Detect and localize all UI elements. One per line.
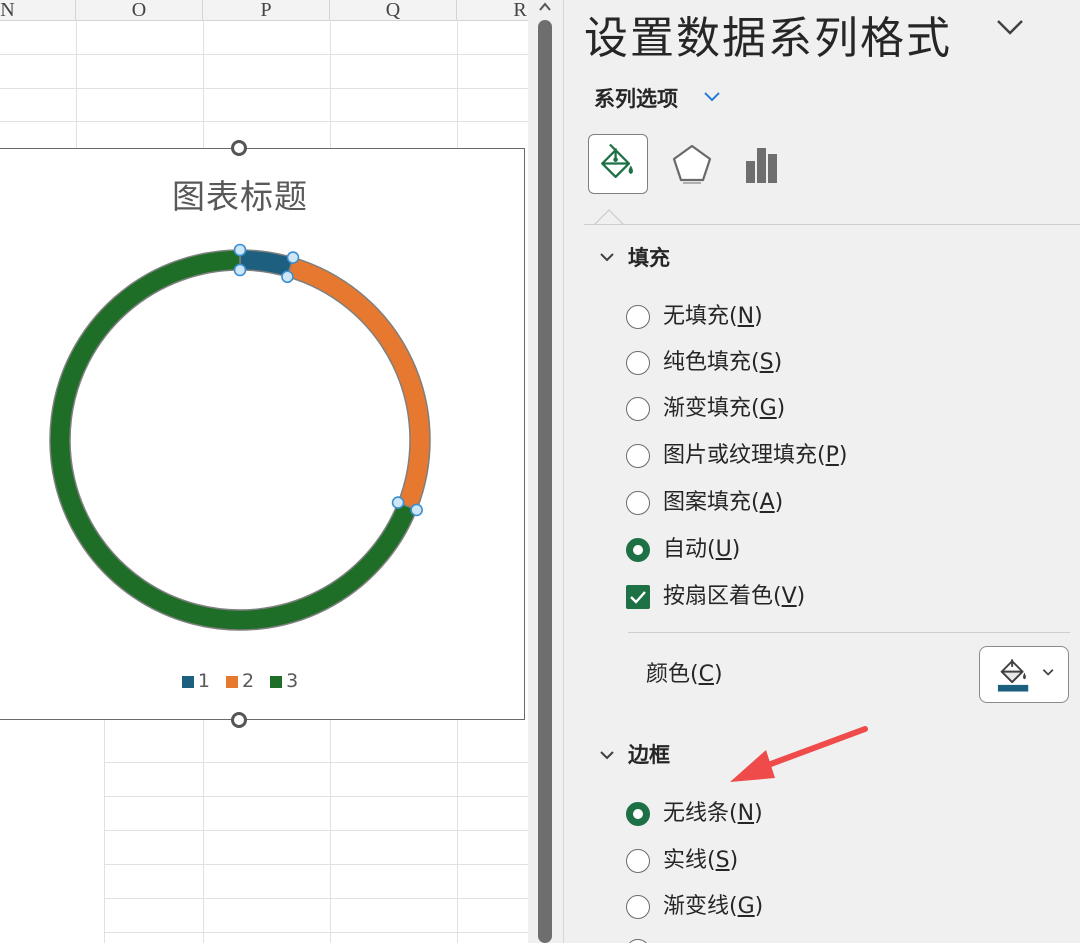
tab-series-options[interactable] xyxy=(734,134,794,194)
column-header-q[interactable]: Q xyxy=(330,0,457,20)
chevron-down-icon[interactable] xyxy=(598,251,616,263)
radio-circle-selected xyxy=(626,538,650,562)
tab-effects[interactable] xyxy=(662,134,722,194)
chevron-down-icon[interactable] xyxy=(992,14,1028,40)
slice-selection-handle[interactable] xyxy=(410,503,423,517)
pentagon-effects-icon xyxy=(672,144,712,184)
grid-row-line xyxy=(0,88,528,89)
option-label: 渐变填充(G) xyxy=(663,396,786,421)
column-label: N xyxy=(0,0,15,21)
grid-row-line xyxy=(104,898,528,899)
section-divider xyxy=(628,632,1070,633)
fill-line-icon xyxy=(601,143,633,178)
grid-row-line xyxy=(0,54,528,55)
radio-circle xyxy=(626,397,650,421)
option-label: 按扇区着色(V) xyxy=(663,584,806,609)
scroll-up-arrow-icon[interactable] xyxy=(537,0,553,14)
border-section-header[interactable]: 边框 xyxy=(628,739,670,769)
option-label: 自动(U) xyxy=(663,537,741,562)
grid-row-line xyxy=(0,121,528,122)
grid-row-line xyxy=(104,796,528,797)
bar-chart-icon xyxy=(746,148,777,183)
fill-color-picker-button[interactable] xyxy=(979,646,1069,703)
slice-selection-handle[interactable] xyxy=(286,251,300,264)
grid-col-line xyxy=(457,720,458,943)
grid-col-line xyxy=(203,720,204,943)
grid-col-line xyxy=(203,20,204,148)
tab-divider xyxy=(584,224,1080,225)
grid-col-line xyxy=(330,20,331,148)
radio-circle xyxy=(626,939,650,943)
column-label: P xyxy=(260,0,272,21)
doughnut-slice-2[interactable] xyxy=(286,256,431,511)
fill-section-header[interactable]: 填充 xyxy=(628,242,670,272)
grid-row-line xyxy=(104,762,528,763)
grid-row-line xyxy=(104,830,528,831)
option-label: 图片或纹理填充(P) xyxy=(663,443,848,468)
column-header-p[interactable]: P xyxy=(203,0,330,20)
option-label: 实线(S) xyxy=(663,848,739,873)
pane-title: 设置数据系列格式 xyxy=(584,13,952,64)
chart-legend[interactable]: 1 2 3 xyxy=(0,670,480,692)
column-label: R xyxy=(513,0,527,21)
radio-circle xyxy=(626,491,650,515)
column-header-row: N O P Q R xyxy=(0,0,528,21)
legend-swatch xyxy=(181,676,194,688)
grid-col-line xyxy=(457,20,458,148)
legend-swatch xyxy=(225,676,238,688)
legend-label: 1 xyxy=(197,670,210,692)
option-label: 渐变线(G) xyxy=(663,894,764,919)
radio-circle xyxy=(626,849,650,873)
checkbox-checked xyxy=(626,585,650,609)
tab-fill-line[interactable] xyxy=(588,134,648,194)
chevron-down-icon[interactable] xyxy=(598,749,616,761)
vertical-scrollbar[interactable] xyxy=(535,0,555,943)
grid-col-line xyxy=(104,720,105,943)
slice-selection-handle[interactable] xyxy=(233,243,247,257)
column-header-n[interactable]: N xyxy=(0,0,76,20)
resize-handle-bottom[interactable] xyxy=(231,712,247,728)
grid-col-line xyxy=(76,20,77,148)
option-label: 图案填充(A) xyxy=(663,490,784,515)
option-label: 纯色填充(S) xyxy=(663,350,783,375)
format-data-series-pane: 设置数据系列格式 系列选项 填充 无填充(N) 纯色填充(S) 渐变填充(G) … xyxy=(564,0,1080,943)
grid-row-line xyxy=(104,864,528,865)
fill-color-label: 颜色(C) xyxy=(646,662,723,687)
radio-circle xyxy=(626,351,650,375)
active-tab-pointer xyxy=(594,209,624,226)
scroll-thumb[interactable] xyxy=(538,20,552,943)
chart-title[interactable]: 图表标题 xyxy=(0,170,480,218)
column-label: O xyxy=(131,0,147,21)
radio-circle xyxy=(626,895,650,919)
doughnut-plot[interactable] xyxy=(0,225,480,655)
grid-row-line xyxy=(104,932,528,933)
series-options-dropdown[interactable]: 系列选项 xyxy=(594,83,678,113)
legend-item-2[interactable]: 2 xyxy=(225,670,255,692)
legend-item-1[interactable]: 1 xyxy=(181,670,210,692)
radio-circle xyxy=(626,444,650,468)
legend-swatch xyxy=(270,676,283,688)
legend-item-3[interactable]: 3 xyxy=(270,670,298,692)
chevron-down-icon[interactable] xyxy=(702,90,722,104)
legend-label: 2 xyxy=(241,670,255,692)
radio-circle-selected xyxy=(626,802,650,826)
slice-selection-handle[interactable] xyxy=(281,270,294,284)
legend-label: 3 xyxy=(286,670,299,692)
sheet-divider xyxy=(528,0,535,943)
annotation-arrow xyxy=(730,726,868,782)
radio-circle xyxy=(626,305,650,329)
resize-handle-top[interactable] xyxy=(231,140,247,156)
column-header-o[interactable]: O xyxy=(76,0,203,20)
column-header-r[interactable]: R xyxy=(457,0,528,20)
slice-selection-handle[interactable] xyxy=(233,263,247,277)
grid-col-line xyxy=(330,720,331,943)
checkmark-icon xyxy=(630,591,646,604)
paint-bucket-icon xyxy=(997,659,1054,692)
column-label: Q xyxy=(385,0,401,21)
option-label: 无线条(N) xyxy=(663,801,763,826)
slice-selection-handle[interactable] xyxy=(391,496,405,509)
worksheet-area[interactable]: N O P Q R 图表标题 1 2 3 xyxy=(0,0,528,943)
option-label: 无填充(N) xyxy=(663,304,763,329)
pane-separator[interactable] xyxy=(555,0,564,943)
